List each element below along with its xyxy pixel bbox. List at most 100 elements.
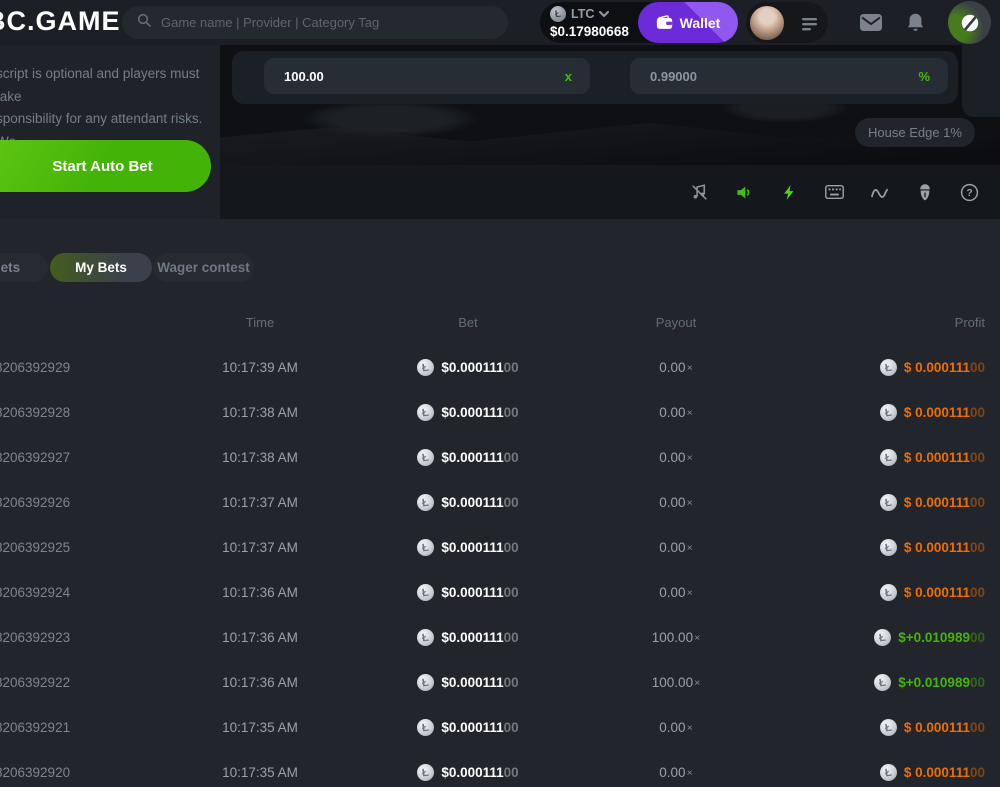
profit-amount: $ 0.00011100 bbox=[904, 540, 985, 555]
tab-wager-contest[interactable]: Wager contest bbox=[153, 253, 254, 282]
sound-icon[interactable] bbox=[735, 183, 754, 202]
bet-amount: $0.000111 bbox=[441, 495, 503, 510]
ltc-coin-icon bbox=[417, 359, 434, 376]
header-profit: Profit bbox=[806, 315, 985, 330]
chat-button[interactable] bbox=[948, 1, 991, 44]
bet-time: 10:17:36 AM bbox=[130, 675, 390, 690]
bet-amount-cell: $0.00011100 bbox=[390, 494, 546, 511]
profit-cell: $ 0.00011100 bbox=[806, 404, 985, 421]
live-stats-icon[interactable] bbox=[870, 183, 889, 202]
bet-amount-trailing: 00 bbox=[504, 630, 519, 645]
ltc-coin-icon bbox=[880, 494, 897, 511]
ltc-coin-icon bbox=[880, 359, 897, 376]
top-navbar: BC.GAME LTC $0.17980668 bbox=[0, 0, 1000, 45]
bet-amount-trailing: 00 bbox=[504, 720, 519, 735]
game-toolbar: ? bbox=[220, 165, 1000, 219]
house-edge-badge: House Edge 1% bbox=[855, 118, 975, 147]
table-row[interactable]: 8206392922 10:17:36 AM $0.00011100 100.0… bbox=[0, 660, 1000, 705]
avatar[interactable] bbox=[750, 6, 784, 40]
table-row[interactable]: 8206392920 10:17:35 AM $0.00011100 0.00×… bbox=[0, 750, 1000, 787]
bet-amount: $0.000111 bbox=[441, 450, 503, 465]
profit-amount: $ 0.00011100 bbox=[904, 405, 985, 420]
table-row[interactable]: 8206392921 10:17:35 AM $0.00011100 0.00×… bbox=[0, 705, 1000, 750]
music-off-icon[interactable] bbox=[690, 183, 709, 202]
bet-amount-cell: $0.00011100 bbox=[390, 404, 546, 421]
profit-cell: $+0.01098900 bbox=[806, 674, 985, 691]
multiplier-x-icon: x bbox=[565, 69, 572, 84]
profit-cell: $ 0.00011100 bbox=[806, 494, 985, 511]
ltc-coin-icon bbox=[880, 539, 897, 556]
start-auto-bet-button[interactable]: Start Auto Bet bbox=[0, 140, 211, 192]
ltc-coin-icon bbox=[880, 764, 897, 781]
mail-icon[interactable] bbox=[860, 0, 882, 45]
payout-multiplier: 0.00× bbox=[546, 405, 806, 420]
table-row[interactable]: 8206392927 10:17:38 AM $0.00011100 0.00×… bbox=[0, 435, 1000, 480]
ltc-coin-icon bbox=[880, 584, 897, 601]
payout-multiplier: 0.00× bbox=[546, 360, 806, 375]
profit-cell: $ 0.00011100 bbox=[806, 584, 985, 601]
bet-amount: $0.000111 bbox=[441, 585, 503, 600]
profit-amount: $+0.01098900 bbox=[898, 675, 985, 690]
table-row[interactable]: 8206392928 10:17:38 AM $0.00011100 0.00×… bbox=[0, 390, 1000, 435]
tab-my-bets[interactable]: My Bets bbox=[50, 253, 152, 282]
wallet-button[interactable]: Wallet bbox=[638, 2, 738, 43]
payout-multiplier: 0.00× bbox=[546, 540, 806, 555]
chevron-down-icon bbox=[599, 5, 609, 23]
profit-cell: $ 0.00011100 bbox=[806, 764, 985, 781]
bet-id: 8206392927 bbox=[0, 450, 130, 465]
help-icon[interactable]: ? bbox=[960, 183, 979, 202]
bet-time: 10:17:36 AM bbox=[130, 630, 390, 645]
bet-amount-trailing: 00 bbox=[504, 675, 519, 690]
notifications-bell-icon[interactable] bbox=[906, 0, 925, 45]
svg-text:?: ? bbox=[966, 188, 972, 199]
bet-amount-cell: $0.00011100 bbox=[390, 449, 546, 466]
table-row[interactable]: 8206392929 10:17:39 AM $0.00011100 0.00×… bbox=[0, 345, 1000, 390]
bet-time: 10:17:37 AM bbox=[130, 495, 390, 510]
win-chance-value: 0.99000 bbox=[650, 69, 697, 84]
table-row[interactable]: 8206392924 10:17:36 AM $0.00011100 0.00×… bbox=[0, 570, 1000, 615]
profit-amount: $ 0.00011100 bbox=[904, 495, 985, 510]
ltc-coin-icon bbox=[417, 674, 434, 691]
bet-amount-trailing: 00 bbox=[504, 765, 519, 780]
table-header: Time Bet Payout Profit bbox=[0, 311, 1000, 333]
profile-menu-icon[interactable] bbox=[802, 2, 818, 47]
win-chance-input[interactable]: 0.99000 % bbox=[630, 58, 948, 94]
ltc-coin-icon bbox=[417, 629, 434, 646]
bets-section: All Bets My Bets Wager contest Time Bet … bbox=[0, 219, 1000, 787]
bet-amount: $0.000111 bbox=[441, 360, 503, 375]
payout-multiplier: 0.00× bbox=[546, 720, 806, 735]
search-bar[interactable] bbox=[122, 6, 508, 39]
seed-acorn-icon[interactable] bbox=[915, 183, 934, 202]
bet-amount-trailing: 00 bbox=[504, 540, 519, 555]
bet-amount-trailing: 00 bbox=[504, 405, 519, 420]
bet-amount-trailing: 00 bbox=[504, 360, 519, 375]
header-time: Time bbox=[130, 315, 390, 330]
header-payout: Payout bbox=[546, 315, 806, 330]
tab-all-bets[interactable]: All Bets bbox=[0, 253, 48, 282]
currency-selector[interactable]: LTC $0.17980668 bbox=[550, 5, 629, 39]
table-row[interactable]: 8206392925 10:17:37 AM $0.00011100 0.00×… bbox=[0, 525, 1000, 570]
bet-id: 8206392921 bbox=[0, 720, 130, 735]
profit-cell: $ 0.00011100 bbox=[806, 719, 985, 736]
bet-time: 10:17:37 AM bbox=[130, 540, 390, 555]
bet-amount: $0.000111 bbox=[441, 675, 503, 690]
bet-amount: $0.000111 bbox=[441, 720, 503, 735]
bet-amount-cell: $0.00011100 bbox=[390, 674, 546, 691]
bet-time: 10:17:35 AM bbox=[130, 720, 390, 735]
table-row[interactable]: 8206392923 10:17:36 AM $0.00011100 100.0… bbox=[0, 615, 1000, 660]
turbo-bet-icon[interactable] bbox=[780, 183, 799, 202]
balance-pill: LTC $0.17980668 Wallet bbox=[540, 2, 738, 43]
ltc-coin-icon bbox=[880, 404, 897, 421]
game-area: 100.00 x 0.99000 % House Edge 1% bbox=[220, 45, 1000, 219]
table-row[interactable]: 8206392926 10:17:37 AM $0.00011100 0.00×… bbox=[0, 480, 1000, 525]
search-input[interactable] bbox=[161, 15, 494, 30]
hotkeys-keyboard-icon[interactable] bbox=[825, 183, 844, 202]
ltc-coin-icon bbox=[417, 719, 434, 736]
site-logo[interactable]: BC.GAME bbox=[0, 6, 121, 37]
bet-id: 8206392924 bbox=[0, 585, 130, 600]
profit-amount: $+0.01098900 bbox=[898, 630, 985, 645]
payout-multiplier: 100.00× bbox=[546, 675, 806, 690]
bet-time: 10:17:36 AM bbox=[130, 585, 390, 600]
payout-input[interactable]: 100.00 x bbox=[264, 58, 590, 94]
bet-amount-cell: $0.00011100 bbox=[390, 764, 546, 781]
